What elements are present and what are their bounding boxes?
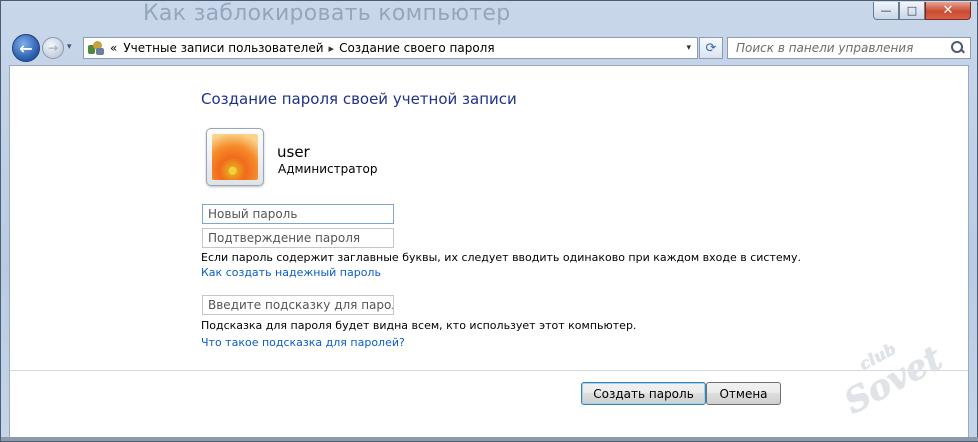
confirm-password-field[interactable] <box>202 228 394 248</box>
breadcrumb-create-password[interactable]: Создание своего пароля <box>339 41 495 55</box>
password-hint-help-link[interactable]: Что такое подсказка для паролей? <box>201 336 405 349</box>
control-panel-icon <box>88 41 104 55</box>
password-hint-field[interactable] <box>202 295 394 315</box>
caption-buttons: — □ ✕ <box>873 2 971 20</box>
breadcrumb-overflow[interactable]: « <box>110 41 117 55</box>
navigation-bar: ← → ▾ « Учетные записи пользователей ▸ С… <box>9 33 971 63</box>
refresh-icon[interactable]: ⟳ <box>699 37 723 59</box>
case-warning-text: Если пароль содержит заглавные буквы, их… <box>201 251 801 264</box>
history-dropdown-icon[interactable]: ▾ <box>67 42 72 52</box>
window-title: Как заблокировать компьютер <box>143 1 511 26</box>
divider <box>10 370 968 371</box>
close-button[interactable]: ✕ <box>925 2 971 20</box>
breadcrumb-user-accounts[interactable]: Учетные записи пользователей <box>123 41 323 55</box>
explorer-window: Как заблокировать компьютер — □ ✕ ← → ▾ … <box>0 0 978 442</box>
user-avatar-flower-icon <box>212 134 258 180</box>
forward-arrow-icon[interactable]: → <box>42 37 64 59</box>
search-box[interactable] <box>727 37 971 59</box>
strong-password-link[interactable]: Как создать надежный пароль <box>201 266 381 279</box>
content-pane: Создание пароля своей учетной записи use… <box>9 65 969 439</box>
address-dropdown-icon[interactable]: ▾ <box>686 43 691 53</box>
back-arrow-icon[interactable]: ← <box>12 34 40 62</box>
maximize-button[interactable]: □ <box>899 2 925 20</box>
page-title: Создание пароля своей учетной записи <box>201 90 517 108</box>
avatar <box>206 128 264 186</box>
search-icon[interactable] <box>951 41 965 55</box>
user-role: Администратор <box>278 162 378 176</box>
new-password-field[interactable] <box>202 204 394 224</box>
chevron-right-icon[interactable]: ▸ <box>329 42 335 55</box>
minimize-button[interactable]: — <box>873 2 899 20</box>
user-name: user <box>277 143 310 161</box>
address-bar[interactable]: « Учетные записи пользователей ▸ Создани… <box>83 37 698 59</box>
create-password-button[interactable]: Создать пароль <box>581 382 706 405</box>
hint-note-text: Подсказка для пароля будет видна всем, к… <box>201 319 637 332</box>
taskbar-edge <box>1 437 978 441</box>
search-input[interactable] <box>728 40 951 56</box>
cancel-button[interactable]: Отмена <box>706 382 781 405</box>
